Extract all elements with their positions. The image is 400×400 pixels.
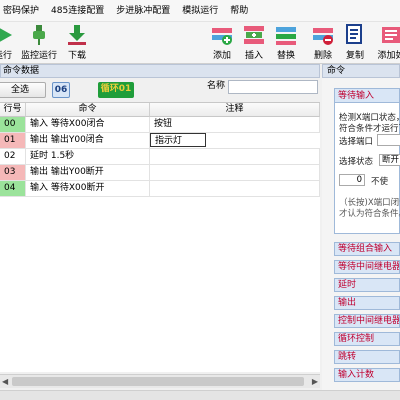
download-icon <box>66 24 88 46</box>
row-command: 输入 等待X00闭合 <box>26 117 150 132</box>
plug-icon <box>28 24 50 46</box>
menu-stepper-config[interactable]: 步进脉冲配置 <box>110 0 176 22</box>
category-wait-combo-input[interactable]: 等待组合输入 <box>334 242 400 256</box>
horizontal-scrollbar[interactable]: ◀ ▶ <box>0 374 320 388</box>
category-output[interactable]: 输出 <box>334 296 400 310</box>
row-line-number: 04 <box>0 181 26 196</box>
command-data-header: 命令数据 <box>0 64 320 78</box>
row-command: 输出 输出Y00闭合 <box>26 133 150 148</box>
col-header-note[interactable]: 注释 <box>150 103 320 117</box>
command-panel-header: 命令 <box>322 64 400 78</box>
menubar: 密码保护 485连接配置 步进脉冲配置 模拟运行 帮助 <box>0 0 400 22</box>
note-line-2: 才认为符合条件。 <box>339 209 400 219</box>
insert-button[interactable]: 插入 <box>237 24 271 61</box>
replace-button[interactable]: 替换 <box>269 24 303 61</box>
row-note <box>150 181 320 196</box>
table-row[interactable]: 02 延时 1.5秒 <box>0 149 320 165</box>
select-all-button[interactable]: 全选 <box>0 82 46 98</box>
spin-unit: 不使 <box>371 177 389 187</box>
category-input-count[interactable]: 输入计数 <box>334 368 400 382</box>
delete-row-icon <box>312 24 334 46</box>
name-input[interactable] <box>228 80 318 94</box>
scroll-right-icon[interactable]: ▶ <box>312 375 318 388</box>
table-row[interactable]: 04 输入 等待X00断开 <box>0 181 320 197</box>
copy-button[interactable]: 复制 <box>338 24 372 61</box>
toolbar: 运行 监控运行 下载 添加 插入 <box>0 22 400 64</box>
add-if-icon <box>380 24 400 46</box>
scroll-thumb[interactable] <box>12 377 304 386</box>
menu-help[interactable]: 帮助 <box>224 0 254 22</box>
loop-badge: 循环01 <box>98 82 134 98</box>
scroll-left-icon[interactable]: ◀ <box>2 375 8 388</box>
table-row[interactable]: 01 输出 输出Y00闭合 指示灯 <box>0 133 320 149</box>
command-table: 行号 命令 注释 00 输入 等待X00闭合 按钮 01 输出 输出Y00闭合 … <box>0 102 320 372</box>
category-control-relay[interactable]: 控制中间继电器 <box>334 314 400 328</box>
status-select[interactable]: 断开 <box>379 154 400 166</box>
add-if-button[interactable]: 添加如 <box>374 24 400 61</box>
menu-simulate[interactable]: 模拟运行 <box>176 0 224 22</box>
row-note <box>150 149 320 164</box>
command-detail-card: 等待输入 检测X端口状态， 符合条件才运行下 选择端口 选择状态 断开 0 不使… <box>334 88 400 234</box>
count-badge: 06 <box>52 82 70 98</box>
run-button[interactable]: 运行 <box>0 24 20 61</box>
add-button[interactable]: 添加 <box>205 24 239 61</box>
row-line-number: 00 <box>0 117 26 132</box>
command-panel: 等待输入 检测X端口状态， 符合条件才运行下 选择端口 选择状态 断开 0 不使… <box>322 78 400 400</box>
row-command: 输入 等待X00断开 <box>26 181 150 196</box>
delete-button[interactable]: 删除 <box>306 24 340 61</box>
row-line-number: 02 <box>0 149 26 164</box>
duration-spinner[interactable]: 0 <box>339 174 365 186</box>
row-note: 按钮 <box>150 117 320 132</box>
row-line-number: 03 <box>0 165 26 180</box>
desc-line-2: 符合条件才运行下 <box>339 124 400 134</box>
col-header-command[interactable]: 命令 <box>26 103 150 117</box>
play-icon <box>0 24 14 46</box>
category-wait-relay[interactable]: 等待中间继电器 <box>334 260 400 274</box>
category-loop-control[interactable]: 循环控制 <box>334 332 400 346</box>
table-controls: 全选 06 循环01 名称 <box>0 78 320 102</box>
copy-icon <box>344 24 366 46</box>
status-bar <box>0 390 400 400</box>
row-command: 延时 1.5秒 <box>26 149 150 164</box>
name-label: 名称 <box>207 81 226 91</box>
category-delay[interactable]: 延时 <box>334 278 400 292</box>
insert-row-icon <box>243 24 265 46</box>
app-window: 密码保护 485连接配置 步进脉冲配置 模拟运行 帮助 运行 监控运行 下载 <box>0 0 400 400</box>
card-title: 等待输入 <box>335 89 399 103</box>
add-row-icon <box>211 24 233 46</box>
row-line-number: 01 <box>0 133 26 148</box>
row-command: 输出 输出Y00断开 <box>26 165 150 180</box>
table-row[interactable]: 03 输出 输出Y00断开 <box>0 165 320 181</box>
replace-icon <box>275 24 297 46</box>
download-button[interactable]: 下载 <box>60 24 94 61</box>
monitor-run-button[interactable]: 监控运行 <box>21 24 57 61</box>
select-status-label: 选择状态 <box>339 157 374 167</box>
select-port-label: 选择端口 <box>339 137 374 147</box>
category-jump[interactable]: 跳转 <box>334 350 400 364</box>
row-note <box>150 165 320 180</box>
row-note-editing[interactable]: 指示灯 <box>150 133 206 147</box>
port-select[interactable] <box>377 134 400 146</box>
menu-485-config[interactable]: 485连接配置 <box>45 0 110 22</box>
menu-password[interactable]: 密码保护 <box>0 0 45 22</box>
col-header-line[interactable]: 行号 <box>0 103 26 117</box>
table-row[interactable]: 00 输入 等待X00闭合 按钮 <box>0 117 320 133</box>
